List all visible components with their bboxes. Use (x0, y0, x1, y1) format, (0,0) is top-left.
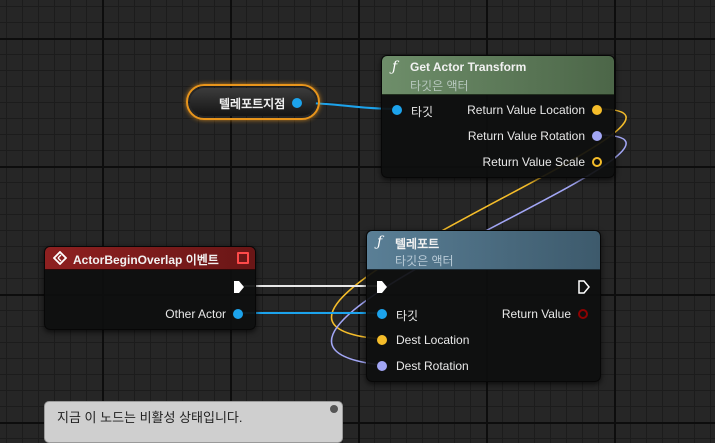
node-subtitle: 타깃은 액터 (410, 79, 469, 93)
teleport-point-variable-node[interactable]: 텔레포트지점 (186, 84, 320, 120)
node-title: 텔레포트 (395, 237, 440, 251)
target-input-pin[interactable] (377, 309, 387, 319)
function-icon: ƒ (377, 234, 383, 250)
target-label: 타깃 (396, 309, 419, 323)
delegate-pin[interactable] (237, 252, 249, 264)
return-value-label: Return Value (501, 307, 571, 321)
get-actor-transform-node[interactable]: ƒ Get Actor Transform 타깃은 액터 타깃 Return V… (381, 55, 615, 178)
return-rotation-pin[interactable] (592, 131, 602, 141)
event-diamond-icon (53, 251, 67, 265)
variable-output-pin[interactable] (292, 98, 302, 108)
exec-output-pin[interactable] (578, 280, 590, 294)
other-actor-pin[interactable] (233, 309, 243, 319)
comment-text: 지금 이 노드는 비활성 상태입니다. (57, 410, 243, 425)
exec-output-pin[interactable] (233, 280, 245, 294)
node-title: Get Actor Transform (410, 60, 527, 74)
exec-input-pin[interactable] (376, 280, 388, 294)
target-input-pin[interactable] (392, 105, 402, 115)
function-icon: ƒ (392, 59, 398, 75)
dest-rotation-pin[interactable] (377, 361, 387, 371)
dest-location-label: Dest Location (396, 333, 470, 347)
variable-label: 텔레포트지점 (219, 97, 286, 111)
teleport-node[interactable]: ƒ 텔레포트 타깃은 액터 타깃 Return Value Dest Locat… (366, 230, 601, 382)
pin-icon[interactable] (330, 405, 338, 413)
return-scale-label: Return Value Scale (482, 155, 585, 169)
target-label: 타깃 (411, 105, 434, 119)
return-value-pin[interactable] (578, 309, 588, 319)
node-title: ActorBeginOverlap 이벤트 (73, 253, 219, 267)
return-rotation-label: Return Value Rotation (467, 129, 585, 143)
node-subtitle: 타깃은 액터 (395, 254, 454, 268)
dest-rotation-label: Dest Rotation (396, 359, 469, 373)
other-actor-label: Other Actor (165, 307, 226, 321)
return-location-label: Return Value Location (467, 103, 585, 117)
return-scale-pin[interactable] (592, 157, 602, 167)
disabled-node-comment: 지금 이 노드는 비활성 상태입니다. (44, 401, 343, 443)
dest-location-pin[interactable] (377, 335, 387, 345)
return-location-pin[interactable] (592, 105, 602, 115)
actor-begin-overlap-event-node[interactable]: ActorBeginOverlap 이벤트 Other Actor (44, 246, 256, 330)
